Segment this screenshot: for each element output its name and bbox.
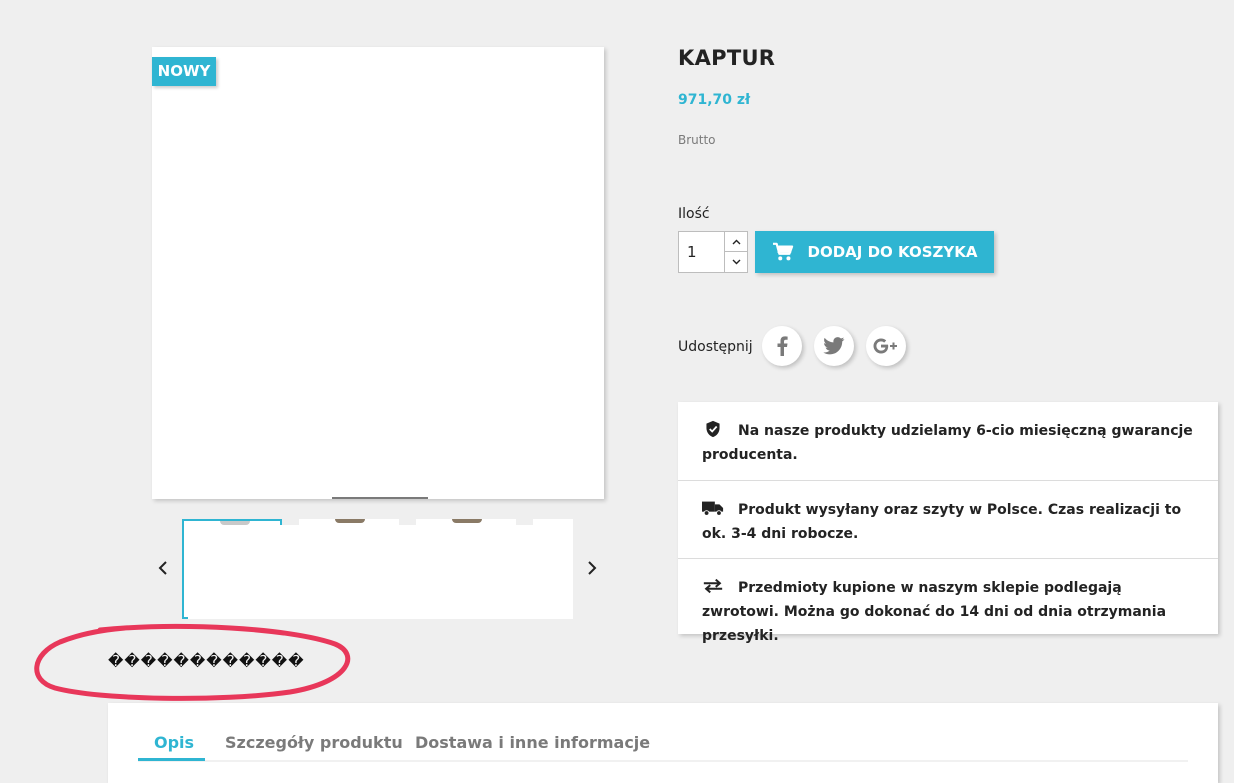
add-to-cart-label: DODAJ DO KOSZYKA bbox=[807, 243, 978, 261]
reassurance-text: Produkt wysyłany oraz szyty w Polsce. Cz… bbox=[702, 502, 1182, 542]
quantity-increase-button[interactable] bbox=[724, 232, 747, 252]
shield-check-icon bbox=[706, 420, 720, 438]
quantity-stepper bbox=[678, 231, 748, 273]
product-tabs: Opis Szczegóły produktu Dostawa i inne i… bbox=[108, 703, 1218, 783]
quantity-decrease-button[interactable] bbox=[724, 252, 747, 272]
chevron-left-icon bbox=[158, 561, 167, 575]
reassurance-item: Na nasze produkty udzielamy 6-cio miesię… bbox=[678, 402, 1218, 480]
chevron-right-icon bbox=[588, 561, 597, 575]
shopping-cart-icon bbox=[772, 242, 793, 261]
tab-description[interactable]: Opis bbox=[154, 733, 194, 752]
truck-icon bbox=[702, 501, 724, 516]
reassurance-item: Produkt wysyłany oraz szyty w Polsce. Cz… bbox=[678, 480, 1218, 558]
product-price: 971,70 zł bbox=[678, 92, 751, 108]
garbled-text: ������������ bbox=[108, 652, 305, 670]
share-google-plus-button[interactable] bbox=[866, 326, 906, 366]
reassurance-text: Przedmioty kupione w naszym sklepie podl… bbox=[702, 580, 1167, 644]
tab-product-details[interactable]: Szczegóły produktu bbox=[225, 733, 403, 752]
reassurance-item: Przedmioty kupione w naszym sklepie podl… bbox=[678, 558, 1218, 644]
thumbnail-strip bbox=[182, 519, 573, 619]
twitter-icon bbox=[823, 337, 845, 355]
share-label: Udostępnij bbox=[678, 339, 753, 355]
product-title: KAPTUR bbox=[678, 46, 776, 70]
share-twitter-button[interactable] bbox=[814, 326, 854, 366]
reassurance-block: Na nasze produkty udzielamy 6-cio miesię… bbox=[678, 402, 1218, 644]
chevron-down-icon bbox=[732, 259, 740, 265]
thumbs-prev-button[interactable] bbox=[153, 556, 173, 580]
tabs-divider bbox=[138, 760, 1188, 762]
add-to-cart-button[interactable]: DODAJ DO KOSZYKA bbox=[755, 231, 994, 273]
facebook-icon bbox=[777, 336, 788, 356]
google-plus-icon bbox=[873, 338, 897, 354]
swap-arrows-icon bbox=[703, 578, 723, 594]
chevron-up-icon bbox=[732, 239, 740, 244]
thumbs-next-button[interactable] bbox=[582, 556, 602, 580]
thumbnail-overlay bbox=[188, 525, 573, 619]
active-tab-indicator bbox=[138, 758, 205, 761]
quantity-label: Ilość bbox=[678, 206, 710, 222]
product-main-image[interactable] bbox=[152, 47, 604, 499]
quantity-input[interactable] bbox=[679, 232, 725, 272]
new-badge: NOWY bbox=[152, 57, 216, 86]
image-edge bbox=[332, 497, 428, 499]
share-facebook-button[interactable] bbox=[762, 326, 802, 366]
tax-label: Brutto bbox=[678, 133, 716, 147]
reassurance-text: Na nasze produkty udzielamy 6-cio miesię… bbox=[702, 423, 1193, 463]
tab-shipping-info[interactable]: Dostawa i inne informacje bbox=[415, 733, 650, 752]
